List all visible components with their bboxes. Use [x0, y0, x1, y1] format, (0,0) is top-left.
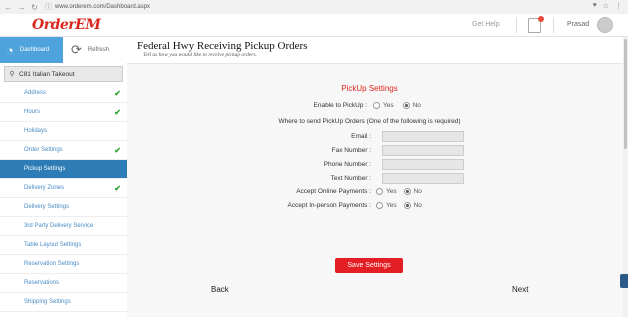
refresh-icon: ⟳ [71, 42, 82, 57]
online-payments-label: Accept Online Payments : [296, 188, 371, 195]
check-icon: ✔ [114, 88, 121, 98]
sidebar-item-reservation-settings[interactable]: Reservation Settings [0, 255, 127, 274]
sidebar-item-address[interactable]: Address ✔ [0, 84, 127, 103]
restaurant-selector[interactable]: ⚲ C81 Italian Takeout [4, 66, 123, 82]
browser-toolbar: ← → ↻ ⓘ www.orderem.com/Dashboard.aspx ♥… [0, 0, 628, 15]
email-label: Email : [351, 133, 371, 140]
get-help-link[interactable]: Get Help [472, 21, 500, 28]
forward-nav-icon[interactable]: → [17, 3, 26, 12]
inperson-payments-label: Accept In-person Payments : [287, 202, 371, 209]
user-name[interactable]: Prasad [567, 21, 589, 28]
online-payments-radio[interactable]: Yes No [376, 188, 422, 195]
avatar[interactable] [597, 17, 613, 33]
radio-yes[interactable] [373, 102, 380, 109]
sidebar-item-pickup-settings[interactable]: Pickup Settings [0, 160, 127, 179]
phone-field[interactable] [382, 159, 464, 170]
sidebar-item-hours[interactable]: Hours ✔ [0, 103, 127, 122]
sidebar-item-order-settings[interactable]: Order Settings ✔ [0, 141, 127, 160]
sidebar-item-shipping-settings[interactable]: Shipping Settings [0, 293, 127, 312]
check-icon: ✔ [114, 107, 121, 117]
sidebar-menu: Address ✔ Hours ✔ Holidays Order Settings ✔… [0, 84, 127, 312]
enable-pickup-label: Enable to PickUp : [313, 102, 367, 109]
sidebar-item-reservations[interactable]: Reservations [0, 274, 127, 293]
sidebar-item-delivery-settings[interactable]: Delivery Settings [0, 198, 127, 217]
radio-no[interactable] [403, 202, 411, 209]
radio-no[interactable] [403, 188, 411, 195]
dashboard-button[interactable]: ◔ Dashboard [0, 37, 63, 63]
refresh-button[interactable]: ⟳ Refresh [63, 37, 127, 63]
where-to-send-label: Where to send PickUp Orders (One of the … [278, 118, 461, 125]
orderem-logo[interactable]: OrderEM [32, 17, 101, 33]
radio-yes[interactable] [376, 202, 383, 209]
check-icon: ✔ [114, 145, 121, 155]
save-settings-button[interactable]: Save Settings [335, 258, 403, 273]
extension-icon[interactable]: ♥ [593, 2, 597, 10]
star-icon[interactable]: ☆ [603, 2, 609, 10]
sidebar-item-3rd-party-delivery[interactable]: 3rd Party Delivery Service [0, 217, 127, 236]
text-number-label: Text Number : [330, 175, 371, 182]
section-title: PickUp Settings [341, 84, 398, 93]
radio-no[interactable] [402, 102, 410, 109]
next-link[interactable]: Next [512, 285, 528, 294]
restaurant-name: C81 Italian Takeout [19, 70, 75, 78]
sidebar: ◔ Dashboard ⟳ Refresh ⚲ C81 Italian Take… [0, 37, 128, 317]
dashboard-icon: ◔ [6, 42, 14, 58]
app-header: OrderEM Get Help Prasad [0, 14, 628, 37]
back-nav-icon[interactable]: ← [4, 3, 13, 12]
inperson-payments-radio[interactable]: Yes No [376, 202, 422, 209]
sidebar-item-holidays[interactable]: Holidays [0, 122, 127, 141]
chat-widget-icon[interactable] [620, 274, 628, 288]
address-bar[interactable]: www.orderem.com/Dashboard.aspx [55, 4, 150, 10]
check-icon: ✔ [114, 183, 121, 193]
main-content: Federal Hwy Receiving Pickup Orders Tell… [127, 37, 628, 317]
pickup-settings-form: PickUp Settings Enable to PickUp : Yes N… [127, 64, 628, 317]
sidebar-item-delivery-zones[interactable]: Delivery Zones ✔ [0, 179, 127, 198]
enable-pickup-radio[interactable]: Yes No [373, 102, 421, 109]
phone-label: Phone Number : [323, 161, 371, 168]
search-icon: ⚲ [9, 71, 15, 78]
email-field[interactable] [382, 131, 464, 142]
fax-field[interactable] [382, 145, 464, 156]
menu-icon[interactable]: ⋮ [615, 2, 622, 10]
notification-badge [538, 16, 544, 22]
page-title: Federal Hwy Receiving Pickup Orders [137, 40, 308, 52]
reload-icon[interactable]: ↻ [30, 3, 39, 12]
page-subtitle: Tell us how you would like to receive pi… [143, 52, 257, 58]
radio-yes[interactable] [376, 188, 383, 195]
back-link[interactable]: Back [211, 285, 229, 294]
text-number-field[interactable] [382, 173, 464, 184]
sidebar-item-table-layout[interactable]: Table Layout Settings [0, 236, 127, 255]
fax-label: Fax Number : [331, 147, 371, 154]
page-info-icon[interactable]: ⓘ [45, 2, 52, 12]
notifications-icon[interactable] [528, 16, 544, 33]
